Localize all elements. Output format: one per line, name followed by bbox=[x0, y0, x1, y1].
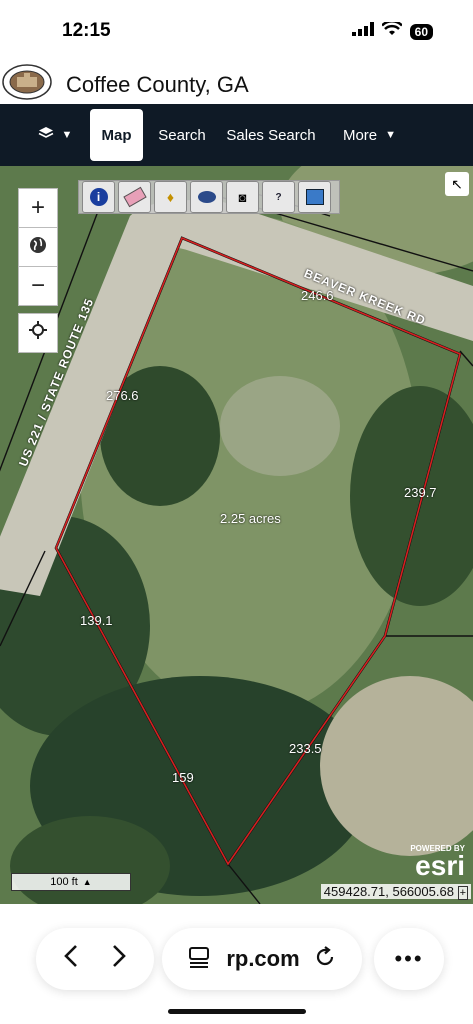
status-bar: 12:15 60 bbox=[0, 0, 473, 60]
tab-sales-search[interactable]: Sales Search bbox=[222, 109, 320, 161]
parcel-map[interactable]: BEAVER KREEK RD US 221 / STATE ROUTE 135… bbox=[0, 166, 473, 904]
aerial-imagery bbox=[0, 166, 473, 904]
locate-icon bbox=[28, 319, 48, 347]
esri-logo: esri bbox=[415, 850, 465, 881]
info-icon: i bbox=[89, 188, 108, 206]
reader-icon[interactable] bbox=[188, 944, 210, 975]
map-toolbar: i ♦ ◙ ? bbox=[78, 180, 340, 214]
layers-icon bbox=[38, 126, 54, 144]
dimension-label: 139.1 bbox=[80, 613, 113, 628]
identify-tool-button[interactable]: i bbox=[82, 181, 115, 213]
arrow-up-left-icon: ↖ bbox=[451, 175, 463, 192]
camera-tool-button[interactable]: ◙ bbox=[226, 181, 259, 213]
dimension-label: 276.6 bbox=[106, 388, 139, 403]
main-navbar: ▼ Map Search Sales Search More ▼ bbox=[0, 104, 473, 166]
expand-icon[interactable]: + bbox=[457, 886, 468, 900]
county-seal-logo bbox=[2, 64, 52, 100]
more-options-button[interactable]: ••• bbox=[374, 928, 444, 990]
coordinates-text: 459428.71, 566005.68 bbox=[323, 884, 454, 899]
locate-button[interactable] bbox=[18, 313, 58, 353]
print-icon bbox=[305, 189, 324, 205]
print-tool-button[interactable] bbox=[298, 181, 331, 213]
disc-icon bbox=[197, 191, 216, 203]
wifi-icon bbox=[380, 20, 403, 41]
chevron-down-icon: ▼ bbox=[61, 129, 73, 141]
globe-icon bbox=[29, 233, 47, 261]
chevron-down-icon: ▼ bbox=[385, 129, 397, 141]
more-label: More bbox=[342, 126, 378, 144]
status-time: 12:15 bbox=[62, 20, 111, 41]
status-icons: 60 bbox=[351, 20, 433, 41]
forward-button[interactable] bbox=[112, 944, 126, 975]
address-bar[interactable]: rp.com bbox=[162, 928, 362, 990]
triangle-up-icon: ▲ bbox=[82, 877, 92, 887]
scale-label: 100 ft bbox=[50, 876, 78, 888]
back-forward-group bbox=[36, 928, 154, 990]
signal-icon bbox=[351, 22, 374, 41]
eraser-icon bbox=[122, 186, 147, 208]
browser-toolbar: rp.com ••• bbox=[0, 904, 473, 1024]
scale-bar: 100 ft ▲ bbox=[11, 873, 131, 891]
erase-tool-button[interactable] bbox=[118, 181, 151, 213]
globe-button[interactable] bbox=[18, 227, 58, 267]
help-tool-button[interactable]: ? bbox=[262, 181, 295, 213]
dimension-label: 246.6 bbox=[301, 288, 334, 303]
battery-icon: 60 bbox=[409, 23, 433, 40]
url-text: rp.com bbox=[226, 946, 300, 971]
tab-map[interactable]: Map bbox=[90, 109, 143, 161]
more-menu-button[interactable]: More ▼ bbox=[332, 109, 407, 161]
dimension-label: 159 bbox=[172, 770, 194, 785]
home-indicator bbox=[168, 1009, 306, 1014]
pin-icon: ♦ bbox=[166, 189, 175, 205]
dimension-label: 233.5 bbox=[289, 741, 322, 756]
ellipsis-icon: ••• bbox=[394, 946, 424, 971]
tab-search[interactable]: Search bbox=[152, 109, 212, 161]
pin-tool-button[interactable]: ♦ bbox=[154, 181, 187, 213]
back-button[interactable] bbox=[64, 944, 78, 975]
zoom-in-button[interactable]: + bbox=[18, 188, 58, 228]
esri-attribution: POWERED BY esri bbox=[410, 844, 465, 881]
reload-icon[interactable] bbox=[314, 944, 336, 975]
plus-icon: + bbox=[30, 194, 45, 221]
camera-icon: ◙ bbox=[238, 189, 247, 205]
area-label: 2.25 acres bbox=[220, 511, 281, 526]
zoom-out-button[interactable]: − bbox=[18, 266, 58, 306]
collapse-map-button[interactable]: ↖ bbox=[445, 172, 469, 196]
app-header: Coffee County, GA bbox=[0, 60, 473, 104]
dimension-label: 239.7 bbox=[404, 485, 437, 500]
page-title: Coffee County, GA bbox=[66, 72, 249, 97]
coordinate-readout: 459428.71, 566005.68 + bbox=[320, 884, 471, 900]
minus-icon: − bbox=[30, 272, 45, 299]
help-icon: ? bbox=[275, 191, 282, 203]
layers-menu-button[interactable]: ▼ bbox=[30, 109, 80, 161]
measure-tool-button[interactable] bbox=[190, 181, 223, 213]
